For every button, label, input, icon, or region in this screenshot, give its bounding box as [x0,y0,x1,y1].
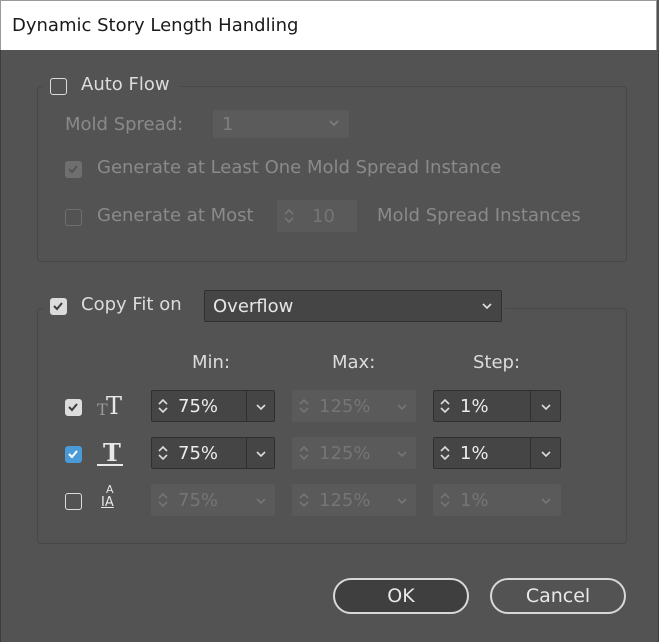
generate-at-least-checkbox[interactable] [65,161,82,178]
chevron-down-icon [397,404,407,411]
chevron-down-icon [329,120,339,127]
dialog-body: Auto Flow Mold Spread: 1 Generate at Lea… [0,50,659,642]
chevron-down-icon [482,303,492,310]
dialog-titlebar: Dynamic Story Length Handling [0,0,657,50]
generate-at-most-label: Generate at Most [97,205,254,226]
row-horizontal-scale-step[interactable]: 1% [433,437,561,469]
generate-at-most-suffix: Mold Spread Instances [377,205,581,226]
chevron-down-icon [541,498,551,505]
stepper-arrows-icon [440,398,450,414]
row-horizontal-scale-min[interactable]: 75% [151,437,275,469]
cancel-button[interactable]: Cancel [490,578,626,614]
generate-at-most-checkbox[interactable] [65,209,82,226]
auto-flow-label: Auto Flow [81,74,170,95]
row-leading-checkbox[interactable] [65,493,82,510]
mold-spread-label: Mold Spread: [65,114,184,135]
checkmark-icon [68,450,78,459]
copy-fit-mode-value: Overflow [213,296,294,317]
chevron-down-icon [541,404,551,411]
dialog-title: Dynamic Story Length Handling [12,15,299,36]
checkmark-icon [68,165,78,174]
mold-spread-value: 1 [222,114,234,135]
copy-fit-checkbox[interactable] [50,298,67,315]
header-max: Max: [332,352,376,373]
header-step: Step: [473,352,521,373]
leading-icon: A IA [101,483,114,510]
header-min: Min: [192,352,231,373]
row-leading-min-field[interactable]: 75% [151,484,275,516]
stepper-arrows-icon [158,492,168,508]
stepper-arrows-icon [284,208,294,224]
row-horizontal-scale-checkbox[interactable] [65,446,82,463]
row-font-size-step[interactable]: 1% [433,390,561,422]
checkmark-icon [68,403,78,412]
copy-fit-label: Copy Fit on [81,294,182,315]
checkmark-icon [53,302,63,311]
ok-button[interactable]: OK [333,578,469,614]
chevron-down-icon [256,404,266,411]
font-size-icon: T T [97,392,123,420]
generate-at-most-value: 10 [312,206,335,227]
stepper-arrows-icon [299,492,309,508]
chevron-down-icon [541,451,551,458]
row-font-size-checkbox[interactable] [65,399,82,416]
row-horizontal-scale-max[interactable]: 125% [292,437,416,469]
stepper-arrows-icon [440,492,450,508]
stepper-arrows-icon [440,445,450,461]
row-leading-step[interactable]: 1% [433,484,561,516]
horizontal-scale-icon: T [97,438,127,467]
chevron-down-icon [256,451,266,458]
copy-fit-mode-dropdown[interactable]: Overflow [204,290,502,322]
row-font-size-min[interactable]: 75% [151,390,275,422]
generate-at-most-stepper[interactable]: 10 [277,200,357,232]
mold-spread-dropdown[interactable]: 1 [213,110,349,138]
generate-at-least-label: Generate at Least One Mold Spread Instan… [97,157,502,178]
row-font-size-max[interactable]: 125% [292,390,416,422]
chevron-down-icon [256,498,266,505]
stepper-arrows-icon [158,398,168,414]
stepper-arrows-icon [299,398,309,414]
stepper-arrows-icon [299,445,309,461]
chevron-down-icon [397,498,407,505]
chevron-down-icon [397,451,407,458]
auto-flow-checkbox[interactable] [50,78,67,95]
stepper-arrows-icon [158,445,168,461]
row-leading-max[interactable]: 125% [292,484,416,516]
